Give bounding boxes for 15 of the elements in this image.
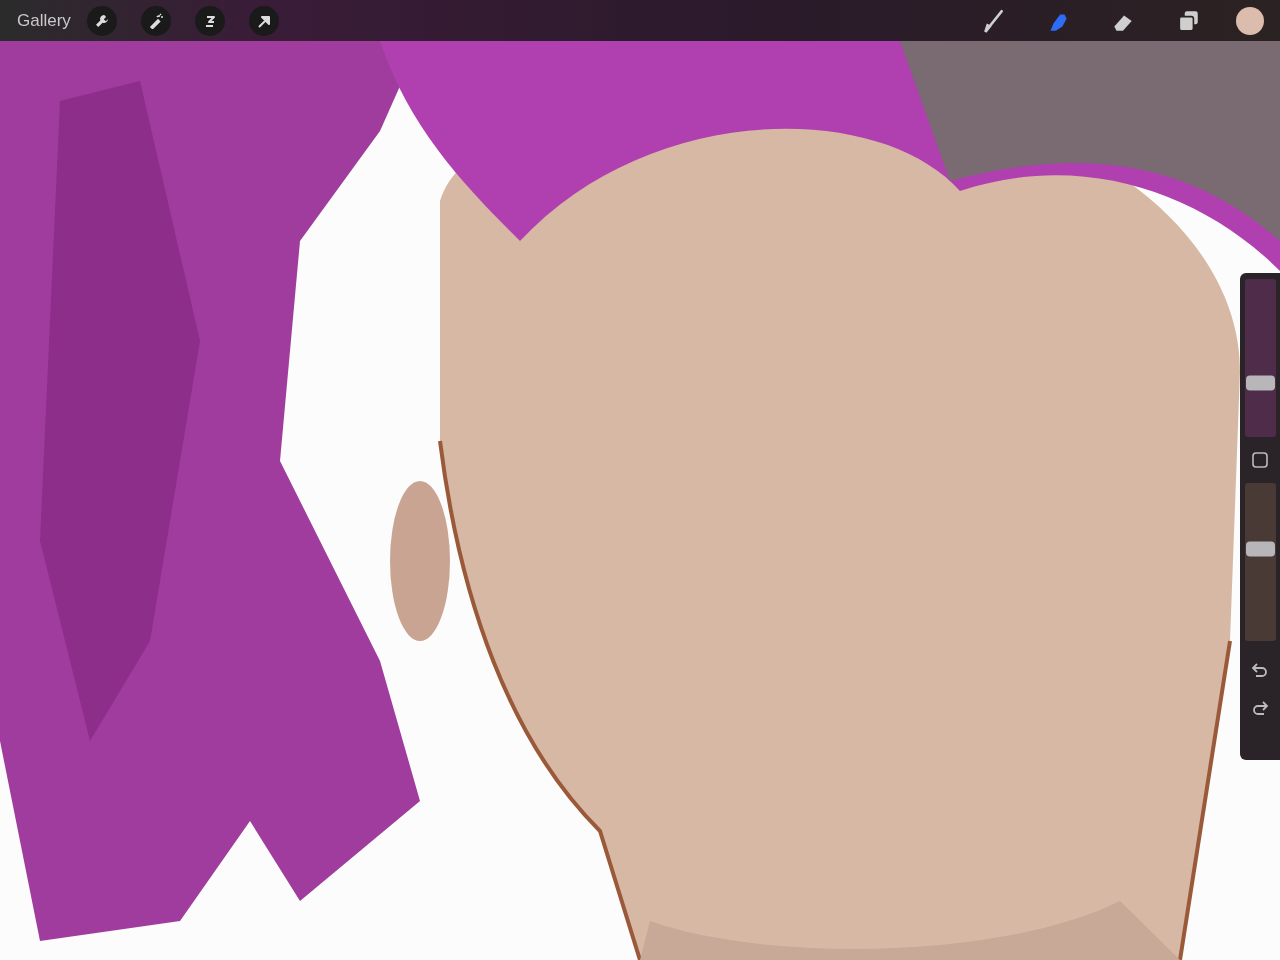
wrench-icon — [93, 12, 110, 29]
brush-size-slider[interactable] — [1244, 279, 1276, 437]
slider-thumb[interactable] — [1245, 375, 1275, 391]
gallery-button[interactable]: Gallery — [0, 7, 79, 34]
square-icon — [1251, 451, 1269, 469]
slider-thumb[interactable] — [1245, 541, 1275, 557]
magic-wand-button[interactable] — [140, 5, 171, 36]
move-arrow-button[interactable] — [248, 5, 279, 36]
redo-icon — [1251, 700, 1269, 716]
undo-icon — [1251, 662, 1269, 678]
wrench-button[interactable] — [86, 5, 117, 36]
opacity-slider[interactable] — [1244, 483, 1276, 641]
magic-wand-icon — [147, 12, 164, 29]
color-swatch[interactable] — [1236, 6, 1264, 35]
selection-button[interactable] — [194, 5, 225, 36]
